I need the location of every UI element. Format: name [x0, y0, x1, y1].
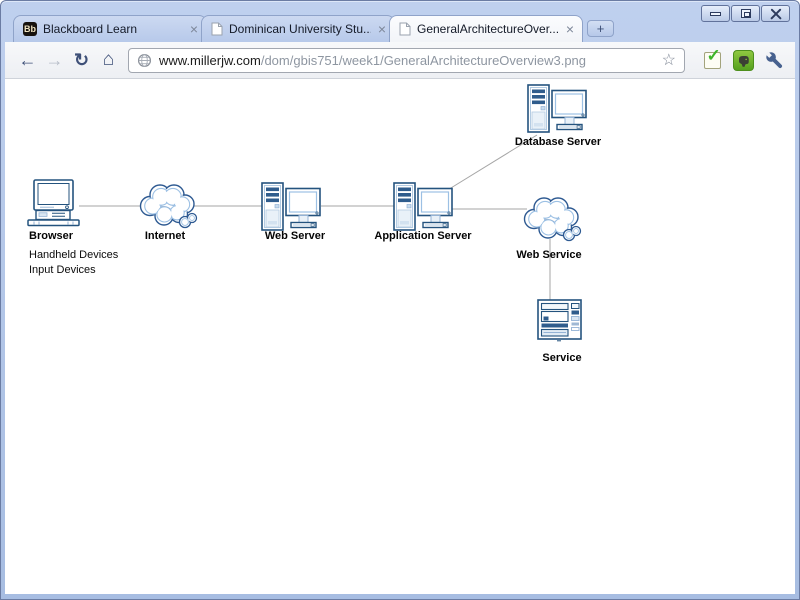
document-icon: [211, 22, 223, 36]
sublabel-input-devices: Input Devices: [29, 263, 96, 278]
tab-close-icon[interactable]: ×: [565, 23, 575, 35]
label-web-server: Web Server: [245, 230, 345, 242]
url-text: www.millerjw.com/dom/gbis751/week1/Gener…: [159, 53, 586, 68]
tab-dominican-university[interactable]: Dominican University Stu... ×: [201, 15, 395, 42]
titlebar: Bb Blackboard Learn × Dominican Universi…: [1, 1, 799, 42]
tower-server-icon: [394, 183, 452, 230]
checkmark-extension-button[interactable]: ✓: [700, 48, 724, 72]
home-button[interactable]: ⌂: [95, 49, 122, 71]
label-browser: Browser: [29, 230, 73, 242]
tab-label: Dominican University Stu...: [229, 22, 371, 36]
wrench-icon: [764, 50, 785, 71]
document-icon: [399, 22, 411, 36]
close-icon: [770, 8, 782, 20]
blackboard-icon: Bb: [23, 22, 37, 36]
label-database-server: Database Server: [498, 136, 618, 148]
tab-close-icon[interactable]: ×: [189, 23, 199, 35]
page-content: Browser Handheld Devices Input Devices I…: [5, 79, 795, 594]
bookmark-star-icon[interactable]: ☆: [662, 50, 676, 70]
tab-label: Blackboard Learn: [43, 22, 183, 36]
tab-strip: Bb Blackboard Learn × Dominican Universi…: [13, 14, 614, 42]
tab-general-architecture-overview[interactable]: GeneralArchitectureOver... ×: [389, 15, 583, 42]
label-application-server: Application Server: [363, 230, 483, 242]
label-internet: Internet: [115, 230, 215, 242]
cloud-icon: [141, 185, 197, 228]
sublabel-handheld-devices: Handheld Devices: [29, 248, 118, 263]
connector-lines: [79, 135, 550, 305]
address-bar[interactable]: www.millerjw.com/dom/gbis751/week1/Gener…: [128, 48, 685, 73]
desktop-computer-icon: [28, 180, 79, 226]
minimize-button[interactable]: [701, 5, 730, 22]
reload-button[interactable]: ↻: [68, 50, 95, 71]
url-path: /dom/gbis751/week1/GeneralArchitectureOv…: [261, 53, 586, 68]
tab-close-icon[interactable]: ×: [377, 23, 387, 35]
maximize-button[interactable]: [731, 5, 760, 22]
architecture-diagram: [5, 79, 795, 594]
back-button[interactable]: ←: [14, 50, 41, 71]
window-controls: [701, 5, 790, 22]
cloud-icon: [525, 198, 581, 241]
checkmark-icon: ✓: [704, 52, 721, 69]
forward-button[interactable]: →: [41, 50, 68, 71]
globe-icon: [137, 53, 152, 68]
evernote-elephant-icon: [733, 50, 754, 71]
new-tab-button[interactable]: +: [587, 20, 614, 37]
wrench-menu-button[interactable]: [762, 48, 786, 72]
rack-server-icon: [538, 300, 581, 341]
tower-server-icon: [262, 183, 320, 230]
browser-window: Bb Blackboard Learn × Dominican Universi…: [0, 0, 800, 600]
url-host: www.millerjw.com: [159, 53, 261, 68]
evernote-extension-button[interactable]: [731, 48, 755, 72]
tower-server-icon: [528, 85, 586, 132]
navigation-toolbar: ← → ↻ ⌂ www.millerjw.com/dom/gbis751/wee…: [5, 42, 795, 79]
close-button[interactable]: [761, 5, 790, 22]
label-service: Service: [512, 352, 612, 364]
tab-blackboard-learn[interactable]: Bb Blackboard Learn ×: [13, 15, 207, 42]
label-web-service: Web Service: [499, 249, 599, 261]
tab-label: GeneralArchitectureOver...: [417, 22, 559, 36]
maximize-icon: [741, 9, 751, 18]
minimize-icon: [710, 12, 721, 16]
